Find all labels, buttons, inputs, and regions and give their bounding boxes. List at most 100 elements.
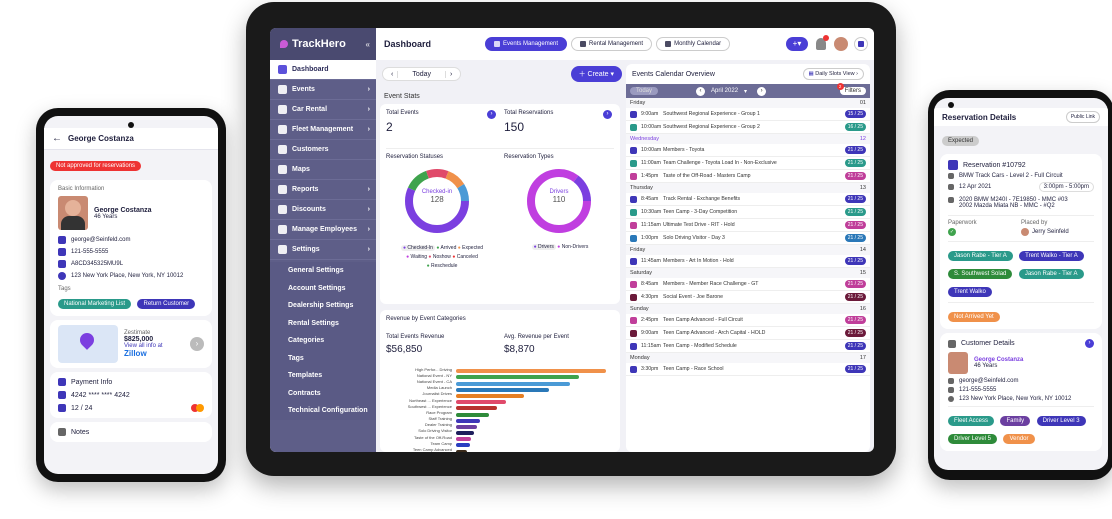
event-row[interactable]: 8:45am Members - Member Race Challenge - … [626, 278, 870, 291]
customer-tag: Driver Level 3 [1036, 416, 1086, 426]
settings-item-contracts[interactable]: Contracts [270, 384, 376, 402]
settings-item-account-settings[interactable]: Account Settings [270, 279, 376, 297]
event-row[interactable]: 9:00am Teen Camp Advanced - Arch Capital … [626, 327, 870, 340]
bell-icon[interactable] [816, 35, 829, 50]
event-row[interactable]: 11:15am Teen Camp - Modified Schedule 21 /… [626, 340, 870, 353]
notes-icon [58, 428, 66, 436]
event-row[interactable]: 9:00am Southwest Regional Experience - Gr… [626, 108, 870, 121]
event-icon [630, 234, 637, 242]
revenue-avg-label: Avg. Revenue per Event [504, 334, 569, 340]
settings-item-categories[interactable]: Categories [270, 332, 376, 350]
reservation-date: 12 Apr 2021 [959, 184, 992, 190]
sidebar-item-manage-employees[interactable]: Manage Employees › [270, 220, 376, 240]
day-header: Thursday 13 [626, 183, 870, 193]
event-capacity: 21 / 25 [844, 329, 866, 337]
event-name: Members - Member Race Challenge - GT [663, 281, 759, 287]
settings-item-rental-settings[interactable]: Rental Settings [270, 314, 376, 332]
phone[interactable]: 121-555-5555 [71, 249, 108, 255]
public-link-button[interactable]: Public Link [1065, 111, 1100, 123]
settings-item-technical-configuration[interactable]: Technical Configuration [270, 402, 376, 420]
sidebar-item-label: Fleet Management [292, 126, 354, 133]
filters-button[interactable]: Filters 2 [836, 83, 866, 95]
sidebar-item-car-rental[interactable]: Car Rental › [270, 100, 376, 120]
customer-email[interactable]: george@Seinfeld.com [959, 378, 1018, 384]
settings-item-general-settings[interactable]: General Settings [270, 262, 376, 280]
tab-rental-management[interactable]: Rental Management [571, 37, 653, 51]
daily-slots-view-button[interactable]: ▦ Daily Slots View › [802, 68, 864, 80]
event-row[interactable]: 8:45am Track Rental - Exchange Benefits 21… [626, 193, 870, 206]
event-row[interactable]: 10:00am Southwest Regional Experience - G… [626, 121, 870, 134]
staff-chip: Trent Walko - Tier A [1019, 251, 1084, 261]
collapse-icon[interactable]: « [366, 40, 370, 49]
track-info: BMW Track Cars - Level 2 - Full Circuit [959, 173, 1063, 179]
event-row[interactable]: 11:45am Members - Art In Motion - Hold 21 … [626, 255, 870, 268]
total-events-arrow-icon[interactable]: › [487, 110, 496, 119]
back-arrow-icon[interactable]: ← [52, 133, 62, 144]
event-row[interactable]: 10:00am Members - Toyota 21 / 25 [626, 144, 870, 157]
event-name: Teen Camp - Modified Schedule [663, 343, 737, 349]
tab-monthly-calendar[interactable]: Monthly Calendar [656, 37, 731, 51]
event-row[interactable]: 4:30pm Social Event - Joe Barone 21 / 25 [626, 291, 870, 304]
create-button[interactable]: ＋ Create ▾ [570, 66, 622, 82]
chevron-right-icon: › [367, 126, 370, 133]
today-button[interactable]: Today [398, 71, 445, 78]
sidebar-item-events[interactable]: Events › [270, 80, 376, 100]
calendar-month[interactable]: April 2022 [711, 88, 738, 94]
day-header: Monday 17 [626, 353, 870, 363]
event-row[interactable]: 11:15am Ultimate Test Drive - RIT - Hold 2… [626, 219, 870, 232]
customer-tag: Fleet Access [948, 416, 995, 426]
settings-item-tags[interactable]: Tags [270, 349, 376, 367]
bar-category-label: Southwest ... Experience [407, 403, 452, 409]
event-row[interactable]: 1:45pm Taste of the Off-Road - Masters Ca… [626, 170, 870, 183]
customer-arrow-icon[interactable]: › [1085, 339, 1094, 348]
add-button[interactable]: +▾ [786, 37, 808, 51]
event-row[interactable]: 2:45pm Teen Camp Advanced - Full Circuit 2… [626, 314, 870, 327]
event-name: Members - Art In Motion - Hold [663, 258, 734, 264]
customer-tag: Vendor [1003, 434, 1035, 444]
settings-item-dealership-settings[interactable]: Dealership Settings [270, 297, 376, 315]
email[interactable]: george@Seinfeld.com [71, 237, 130, 243]
settings-item-templates[interactable]: Templates [270, 367, 376, 385]
sidebar-item-discounts[interactable]: Discounts › [270, 200, 376, 220]
bar-row: Teen Camp Advanced [384, 446, 616, 452]
avatar [58, 196, 88, 230]
event-row[interactable]: 11:00am Team Challenge - Toyota Load In -… [626, 157, 870, 170]
tablet: TrackHero « Dashboard Events › Car Rental › Fl… [246, 2, 896, 476]
customer-phone[interactable]: 121-555-5555 [959, 387, 996, 393]
event-capacity: 21 / 25 [844, 159, 866, 167]
sidebar-item-reports[interactable]: Reports › [270, 180, 376, 200]
sidebar-item-settings[interactable]: Settings › [270, 240, 376, 260]
tag-chip: National Marketing List [58, 299, 132, 309]
reservation-icon [948, 160, 958, 170]
event-row[interactable]: 10:30am Teen Camp - 3-Day Competition 21 /… [626, 206, 870, 219]
sidebar-item-label: Settings [292, 246, 320, 253]
prev-icon[interactable]: ‹ [387, 70, 399, 78]
calendar-toggle-icon[interactable] [854, 37, 868, 51]
calendar-prev-icon[interactable]: ‹ [696, 86, 706, 96]
event-icon [630, 159, 637, 167]
next-icon[interactable]: › [445, 70, 456, 78]
user-avatar[interactable] [834, 37, 848, 51]
chevron-right-icon[interactable]: › [190, 337, 204, 351]
bar-row: Taste of the Off-Road [384, 434, 616, 442]
total-reservations-value: 150 [504, 120, 525, 134]
sidebar-item-fleet-management[interactable]: Fleet Management › [270, 120, 376, 140]
total-reservations-arrow-icon[interactable]: › [603, 110, 612, 119]
day-number: 14 [859, 247, 866, 253]
staff-chip: S. Southwest Solad [948, 269, 1013, 279]
event-name: Teen Camp - Race School [663, 366, 724, 372]
maps-icon [278, 165, 287, 174]
bar-category-label: Northeast ... Experience [409, 397, 452, 403]
event-row[interactable]: 3:30pm Teen Camp - Race School 21 / 25 [626, 363, 870, 376]
sidebar-item-maps[interactable]: Maps [270, 160, 376, 180]
notes-card[interactable]: Notes [50, 422, 212, 442]
tab-events-management[interactable]: Events Management [485, 37, 568, 51]
day-name: Friday [630, 100, 646, 106]
calendar-next-icon[interactable]: › [757, 86, 767, 96]
event-row[interactable]: 1:00pm Solo Driving Visitor - Day 3 21 / 2… [626, 232, 870, 245]
sidebar-item-dashboard[interactable]: Dashboard [270, 60, 376, 80]
zestimate-card[interactable]: Zestimate $825,000 View all info at Zill… [50, 320, 212, 368]
sidebar-item-customers[interactable]: Customers [270, 140, 376, 160]
calendar-today-button[interactable]: Today [630, 87, 659, 95]
license-icon [58, 260, 66, 268]
